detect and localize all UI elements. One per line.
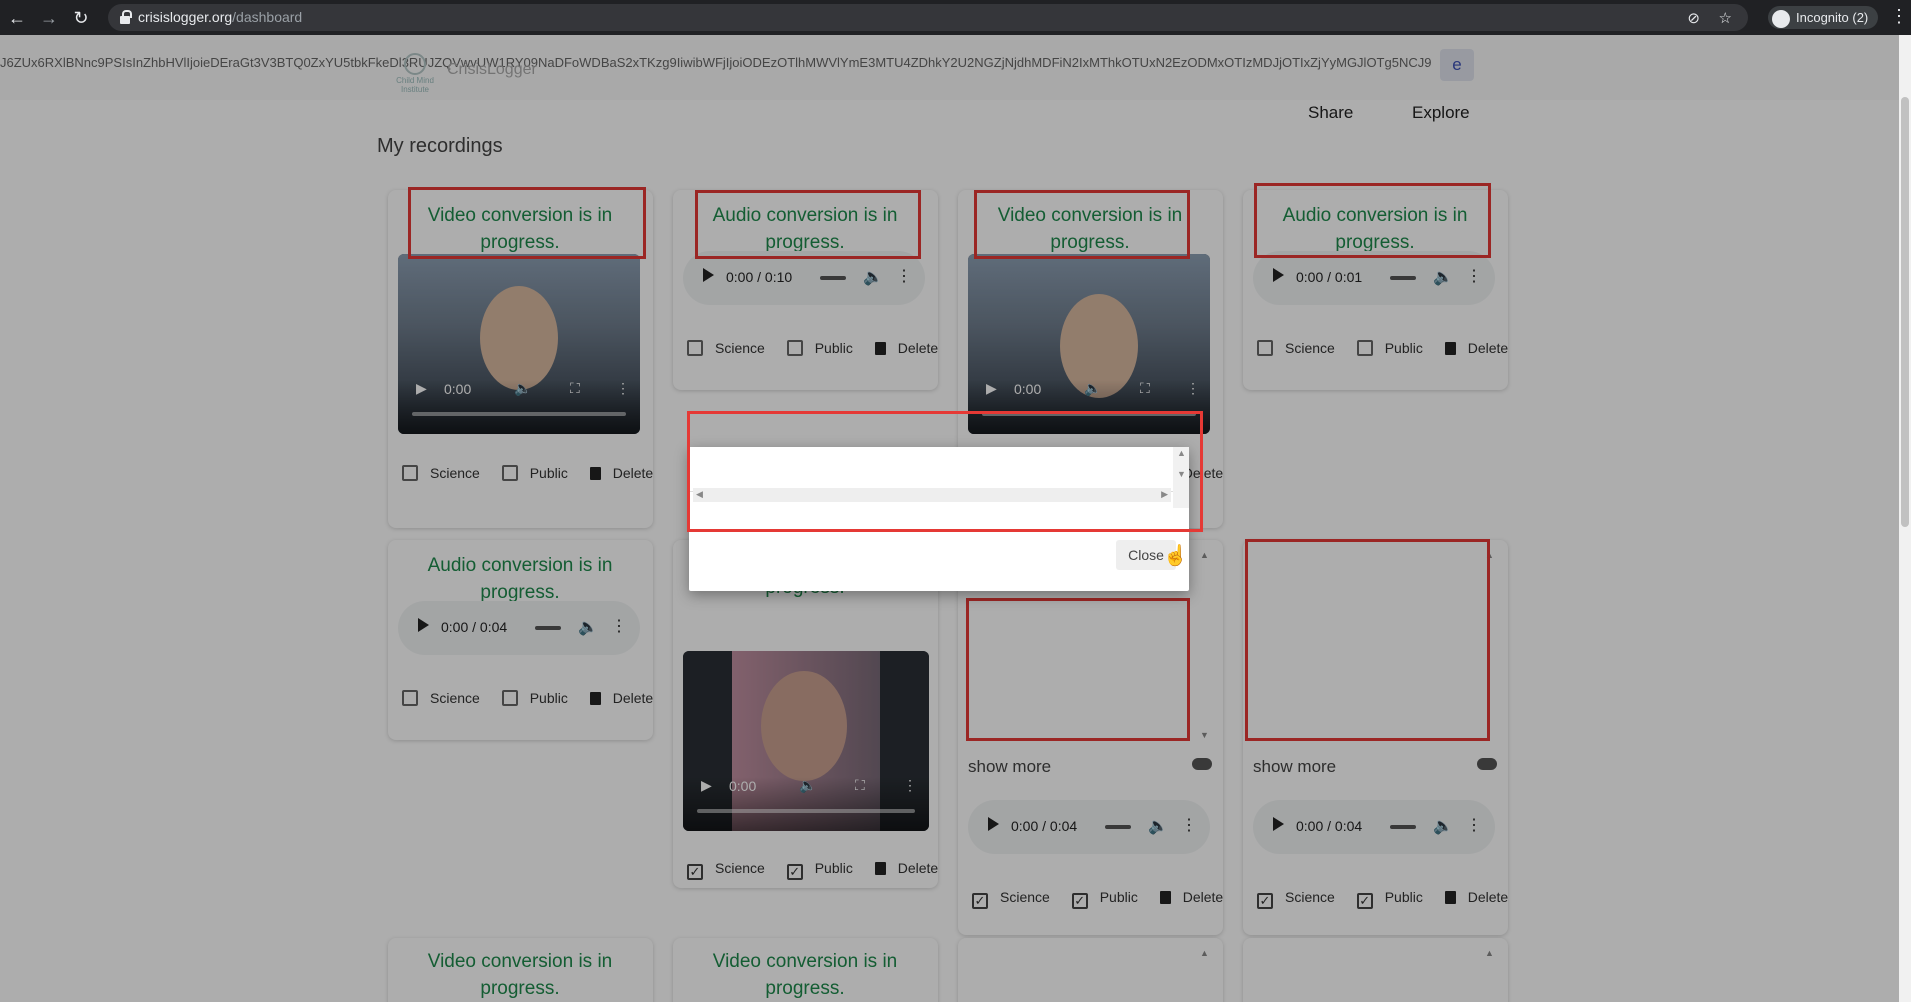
scrollbar-thumb[interactable] <box>1901 97 1909 527</box>
incognito-icon <box>1772 9 1790 28</box>
browser-menu-icon[interactable]: ⋮ <box>1890 6 1908 27</box>
eye-off-icon[interactable]: ⊘ <box>1687 9 1700 27</box>
hand-cursor-icon: ☝ <box>1163 545 1188 567</box>
highlight-box <box>687 411 1203 532</box>
page-scrollbar[interactable] <box>1899 35 1911 1002</box>
star-icon[interactable]: ☆ <box>1719 9 1732 27</box>
lock-icon <box>120 10 132 24</box>
forward-icon[interactable]: → <box>38 7 60 29</box>
address-bar[interactable]: crisislogger.org/dashboard ⊘ ☆ <box>108 4 1748 31</box>
incognito-badge[interactable]: Incognito (2) <box>1768 6 1879 29</box>
back-icon[interactable]: ← <box>6 7 28 29</box>
reload-icon[interactable]: ↻ <box>70 7 92 29</box>
url-text: crisislogger.org/dashboard <box>138 9 303 25</box>
browser-toolbar: ← → ↻ crisislogger.org/dashboard ⊘ ☆ Inc… <box>0 0 1911 35</box>
